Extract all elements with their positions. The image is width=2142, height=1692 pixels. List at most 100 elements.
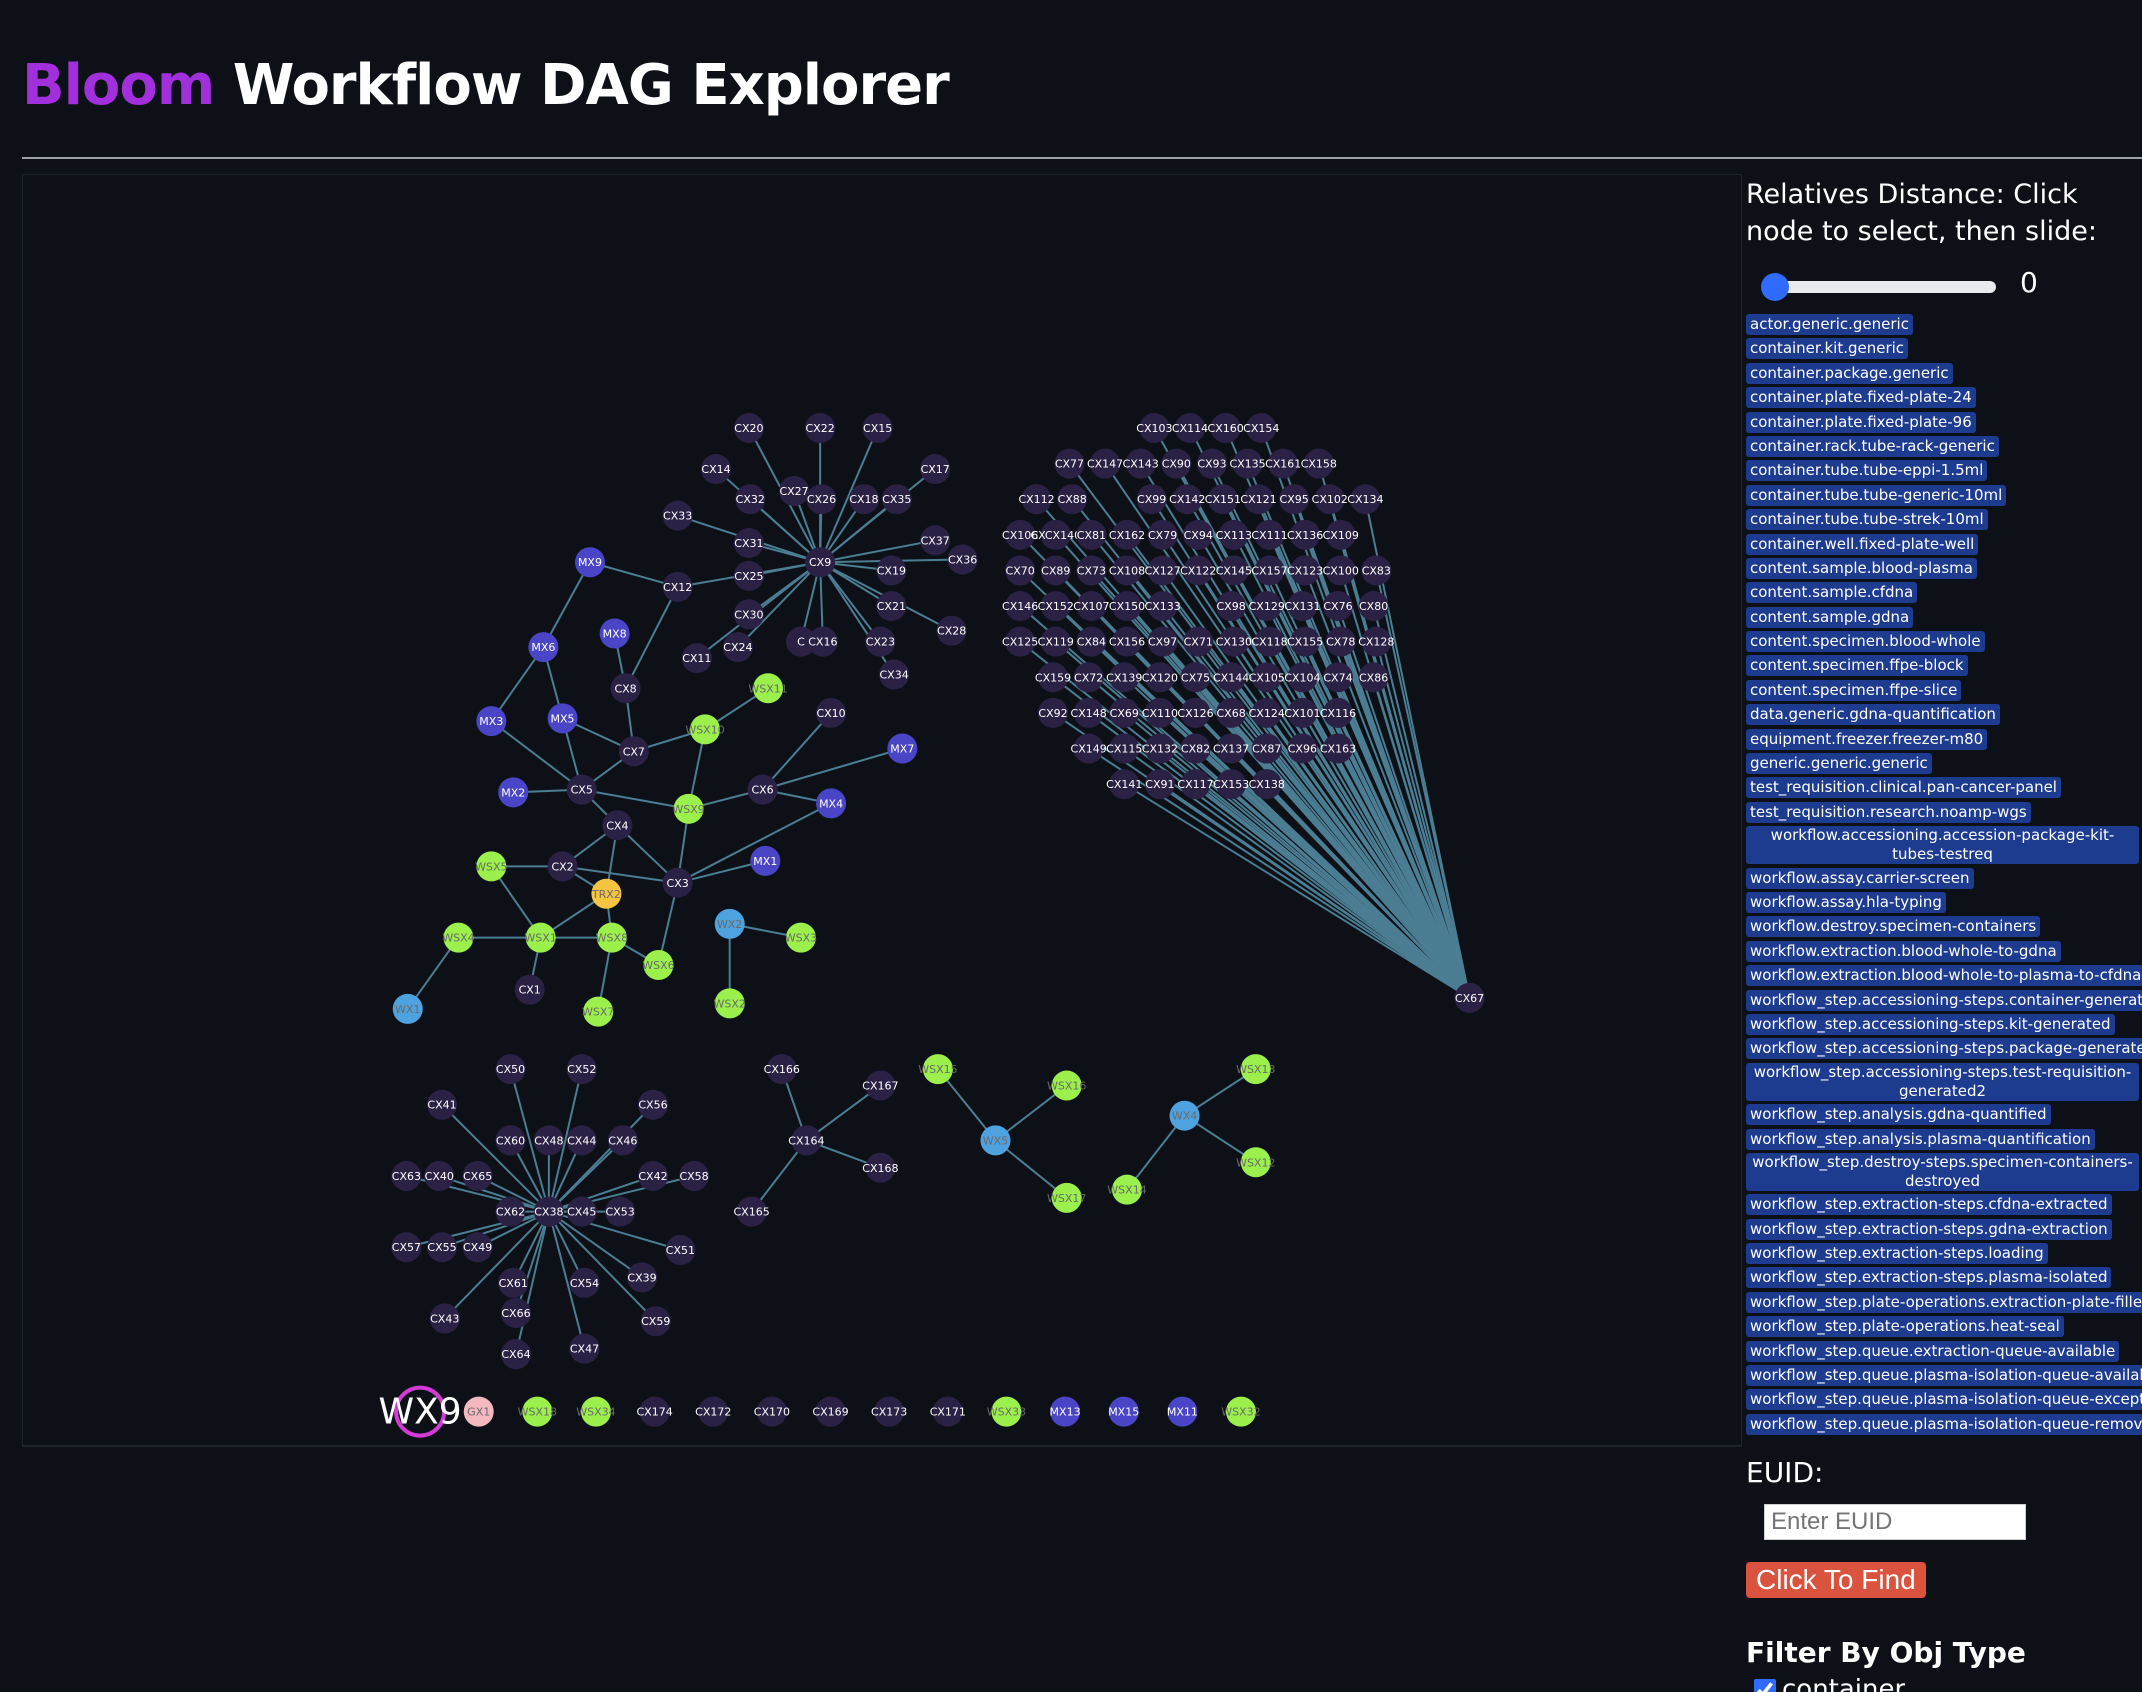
graph-node[interactable]: CX41 (427, 1089, 457, 1120)
graph-node[interactable]: CX174 (637, 1396, 673, 1427)
graph-node[interactable]: CX71 (1183, 626, 1214, 657)
graph-node[interactable]: MX8 (599, 618, 630, 649)
type-chip[interactable]: content.sample.cfdna (1746, 582, 1918, 604)
type-chip[interactable]: workflow_step.plate-operations.extractio… (1746, 1291, 2142, 1313)
graph-node[interactable]: CX103 (1136, 412, 1173, 443)
graph-node[interactable]: MX13 (1050, 1396, 1081, 1427)
graph-node[interactable]: WX5 (980, 1125, 1011, 1156)
graph-node[interactable]: CX42 (637, 1160, 668, 1191)
graph-node[interactable]: CX73 (1076, 555, 1107, 586)
graph-node[interactable]: CX79 (1147, 519, 1178, 550)
type-chip[interactable]: workflow_step.queue.extraction-queue-ava… (1746, 1340, 2120, 1362)
graph-node[interactable]: CX154 (1243, 412, 1279, 443)
graph-node[interactable]: CX3 (662, 867, 693, 898)
graph-node[interactable]: CX64 (500, 1339, 531, 1370)
graph-node[interactable]: WSX33 (987, 1396, 1026, 1427)
graph-node[interactable]: CX99 (1136, 484, 1167, 515)
graph-node[interactable]: CX158 (1301, 448, 1337, 479)
type-chip[interactable]: workflow_step.accessioning-steps.test-re… (1746, 1062, 2139, 1101)
graph-node[interactable]: CX34 (879, 659, 910, 690)
graph-node[interactable]: WSX8 (596, 922, 628, 953)
graph-node[interactable]: CX21 (876, 591, 907, 622)
graph-node[interactable]: CX50 (495, 1054, 526, 1085)
graph-node[interactable]: CX169 (812, 1396, 849, 1427)
type-chip[interactable]: workflow_step.accessioning-steps.contain… (1746, 989, 2142, 1011)
graph-node[interactable]: GX1 (463, 1396, 494, 1427)
type-chip[interactable]: workflow.destroy.specimen-containers (1746, 916, 2041, 938)
type-chip[interactable]: generic.generic.generic (1746, 753, 1932, 775)
type-chip[interactable]: content.specimen.ffpe-block (1746, 655, 1968, 677)
slider-thumb[interactable] (1761, 273, 1789, 301)
graph-node[interactable]: CX83 (1361, 555, 1392, 586)
type-chip[interactable]: workflow.extraction.blood-whole-to-gdna (1746, 940, 2061, 962)
type-chip[interactable]: container.rack.tube-rack-generic (1746, 435, 1999, 457)
graph-node[interactable]: MX2 (498, 777, 529, 808)
graph-node[interactable]: CX9 (805, 547, 836, 578)
graph-node[interactable]: CX97 (1147, 626, 1178, 657)
graph-node[interactable]: CX56 (637, 1089, 668, 1120)
graph-node[interactable]: CX39 (627, 1262, 658, 1293)
graph-node[interactable]: CX77 (1054, 448, 1085, 479)
graph-node[interactable]: CX18 (848, 484, 879, 515)
graph-node[interactable]: CX8 (610, 673, 641, 704)
graph-node[interactable]: WSX10 (685, 714, 725, 745)
graph-node[interactable]: CX98 (1216, 591, 1247, 622)
graph-node[interactable]: CX54 (569, 1267, 600, 1298)
type-chip[interactable]: workflow.assay.carrier-screen (1746, 867, 1974, 889)
graph-node[interactable]: CX68 (1216, 697, 1247, 728)
graph-node[interactable]: CX58 (679, 1160, 710, 1191)
graph-node[interactable]: CX17 (920, 454, 951, 485)
graph-node[interactable]: WSX14 (1107, 1174, 1147, 1205)
graph-node[interactable]: CX88 (1057, 484, 1088, 515)
graph-node[interactable]: CX20 (733, 412, 764, 443)
type-chip[interactable]: data.generic.gdna-quantification (1746, 704, 2000, 726)
graph-node[interactable]: CX51 (665, 1234, 696, 1265)
graph-node[interactable]: CX67 (1454, 982, 1485, 1013)
relatives-distance-slider[interactable]: 0 (1746, 258, 2142, 310)
graph-node[interactable]: CX55 (427, 1232, 457, 1263)
type-chip[interactable]: container.tube.tube-generic-10ml (1746, 484, 2007, 506)
graph-node[interactable]: CX57 (391, 1232, 422, 1263)
graph-node[interactable]: CX33 (662, 500, 693, 531)
graph-node[interactable]: CX63 (391, 1160, 422, 1191)
graph-node[interactable]: WSX2 (713, 988, 746, 1019)
graph-node[interactable]: CX19 (876, 555, 907, 586)
graph-node[interactable]: WX1 (392, 993, 423, 1024)
graph-node[interactable]: CX143 (1123, 448, 1159, 479)
graph-node[interactable]: CX95 (1279, 484, 1310, 515)
type-chip[interactable]: container.plate.fixed-plate-24 (1746, 387, 1976, 409)
graph-node[interactable]: CX6 (747, 774, 778, 805)
type-chip[interactable]: workflow_step.analysis.plasma-quantifica… (1746, 1128, 2095, 1150)
graph-node[interactable]: WSX11 (748, 673, 788, 704)
graph-node[interactable]: CX81 (1076, 519, 1107, 550)
graph-node[interactable]: CX109 (1323, 519, 1359, 550)
graph-node[interactable]: CX102 (1312, 484, 1348, 515)
graph-node[interactable]: CX92 (1038, 697, 1069, 728)
graph-node[interactable]: CX141 (1106, 769, 1142, 800)
graph-node[interactable]: CX114 (1172, 412, 1208, 443)
graph-node[interactable]: CX15 (862, 412, 893, 443)
graph-node[interactable]: CX47 (569, 1333, 600, 1364)
graph-node[interactable]: WSX15 (918, 1054, 958, 1085)
filter-checkbox-container[interactable] (1754, 1678, 1776, 1692)
graph-node[interactable]: CX60 (495, 1125, 526, 1156)
graph-node[interactable]: CX172 (695, 1396, 731, 1427)
graph-node[interactable]: WSX34 (576, 1396, 616, 1427)
graph-node[interactable]: TRX2 (591, 878, 622, 909)
type-chip[interactable]: content.sample.gdna (1746, 606, 1914, 628)
type-chip[interactable]: workflow.extraction.blood-whole-to-plasm… (1746, 965, 2142, 987)
type-chip[interactable]: container.well.fixed-plate-well (1746, 533, 1979, 555)
graph-node[interactable]: CX14 (701, 454, 731, 485)
graph-node[interactable]: CX65 (462, 1160, 493, 1191)
graph-node[interactable]: CX66 (500, 1297, 531, 1328)
graph-node[interactable]: CX52 (566, 1054, 597, 1085)
graph-node[interactable]: CX135 (1229, 448, 1266, 479)
graph-node[interactable]: CX62 (495, 1196, 526, 1227)
graph-node[interactable]: WSX1 (524, 922, 557, 953)
type-chip[interactable]: container.kit.generic (1746, 338, 1909, 360)
graph-node[interactable]: CX31 (733, 528, 764, 559)
graph-node[interactable]: CX136 (1287, 519, 1323, 550)
graph-node[interactable]: CX166 (764, 1054, 800, 1085)
graph-node[interactable]: CX4 (602, 810, 633, 841)
graph-node[interactable]: CX46 (607, 1125, 638, 1156)
